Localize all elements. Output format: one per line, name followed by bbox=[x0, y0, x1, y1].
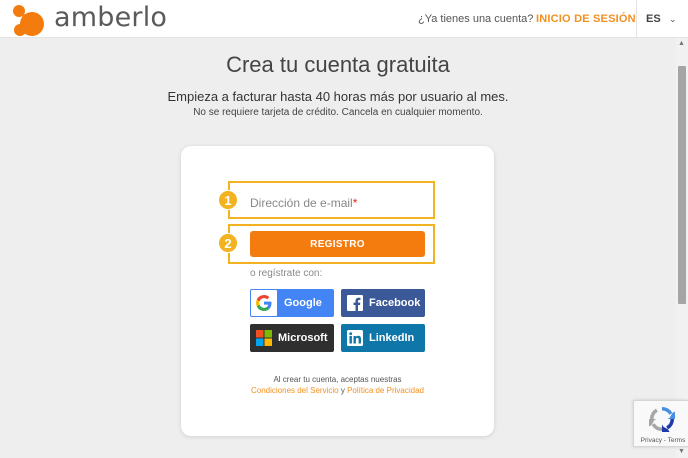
facebook-icon bbox=[347, 295, 363, 311]
scroll-up-arrow-icon[interactable]: ▲ bbox=[678, 40, 685, 47]
step-badge-1: 1 bbox=[218, 190, 238, 210]
chevron-down-icon[interactable]: ⌄ bbox=[669, 14, 677, 25]
top-header: amberlo ¿Ya tienes una cuenta? INICIO DE… bbox=[0, 0, 688, 38]
highlight-box-register bbox=[228, 224, 435, 264]
or-register-with-text: o regístrate con: bbox=[250, 268, 323, 279]
have-account-text: ¿Ya tienes una cuenta? bbox=[418, 13, 534, 25]
recaptcha-links: Privacy - Terms bbox=[640, 437, 686, 444]
amberlo-logo-icon bbox=[13, 5, 44, 36]
recaptcha-icon bbox=[649, 407, 675, 432]
scroll-down-arrow-icon[interactable]: ▼ bbox=[678, 448, 685, 455]
recaptcha-badge[interactable]: Privacy - Terms bbox=[633, 400, 688, 447]
terms-of-service-link[interactable]: Condiciones del Servicio bbox=[251, 386, 339, 395]
amberlo-logo[interactable]: amberlo bbox=[10, 2, 180, 38]
brand-name: amberlo bbox=[54, 2, 168, 33]
privacy-policy-link[interactable]: Política de Privacidad bbox=[347, 386, 424, 395]
recaptcha-privacy-link[interactable]: Privacy bbox=[641, 437, 662, 444]
highlight-box-email bbox=[228, 181, 435, 219]
google-label: Google bbox=[284, 297, 322, 309]
page-title: Crea tu cuenta gratuita bbox=[226, 52, 450, 77]
linkedin-label: LinkedIn bbox=[369, 332, 415, 344]
login-link[interactable]: INICIO DE SESIÓN bbox=[536, 13, 636, 25]
step-badge-2: 2 bbox=[218, 233, 238, 253]
microsoft-icon bbox=[256, 330, 272, 346]
facebook-signup-button[interactable]: Facebook bbox=[341, 289, 425, 317]
recaptcha-terms-link[interactable]: Terms bbox=[668, 437, 686, 444]
facebook-label: Facebook bbox=[369, 297, 421, 309]
microsoft-signup-button[interactable]: Microsoft bbox=[250, 324, 334, 352]
header-divider bbox=[636, 0, 637, 38]
google-icon bbox=[256, 295, 272, 311]
legal-text: Al crear tu cuenta, aceptas nuestras Con… bbox=[250, 375, 424, 395]
linkedin-icon bbox=[347, 330, 363, 346]
google-signup-button[interactable]: Google bbox=[250, 289, 334, 317]
page-note: No se requiere tarjeta de crédito. Cance… bbox=[193, 107, 483, 118]
page-subtitle: Empieza a facturar hasta 40 horas más po… bbox=[167, 89, 509, 104]
language-selector[interactable]: ES bbox=[646, 13, 661, 25]
scrollbar-thumb[interactable] bbox=[678, 66, 686, 304]
linkedin-signup-button[interactable]: LinkedIn bbox=[341, 324, 425, 352]
microsoft-label: Microsoft bbox=[278, 332, 328, 344]
